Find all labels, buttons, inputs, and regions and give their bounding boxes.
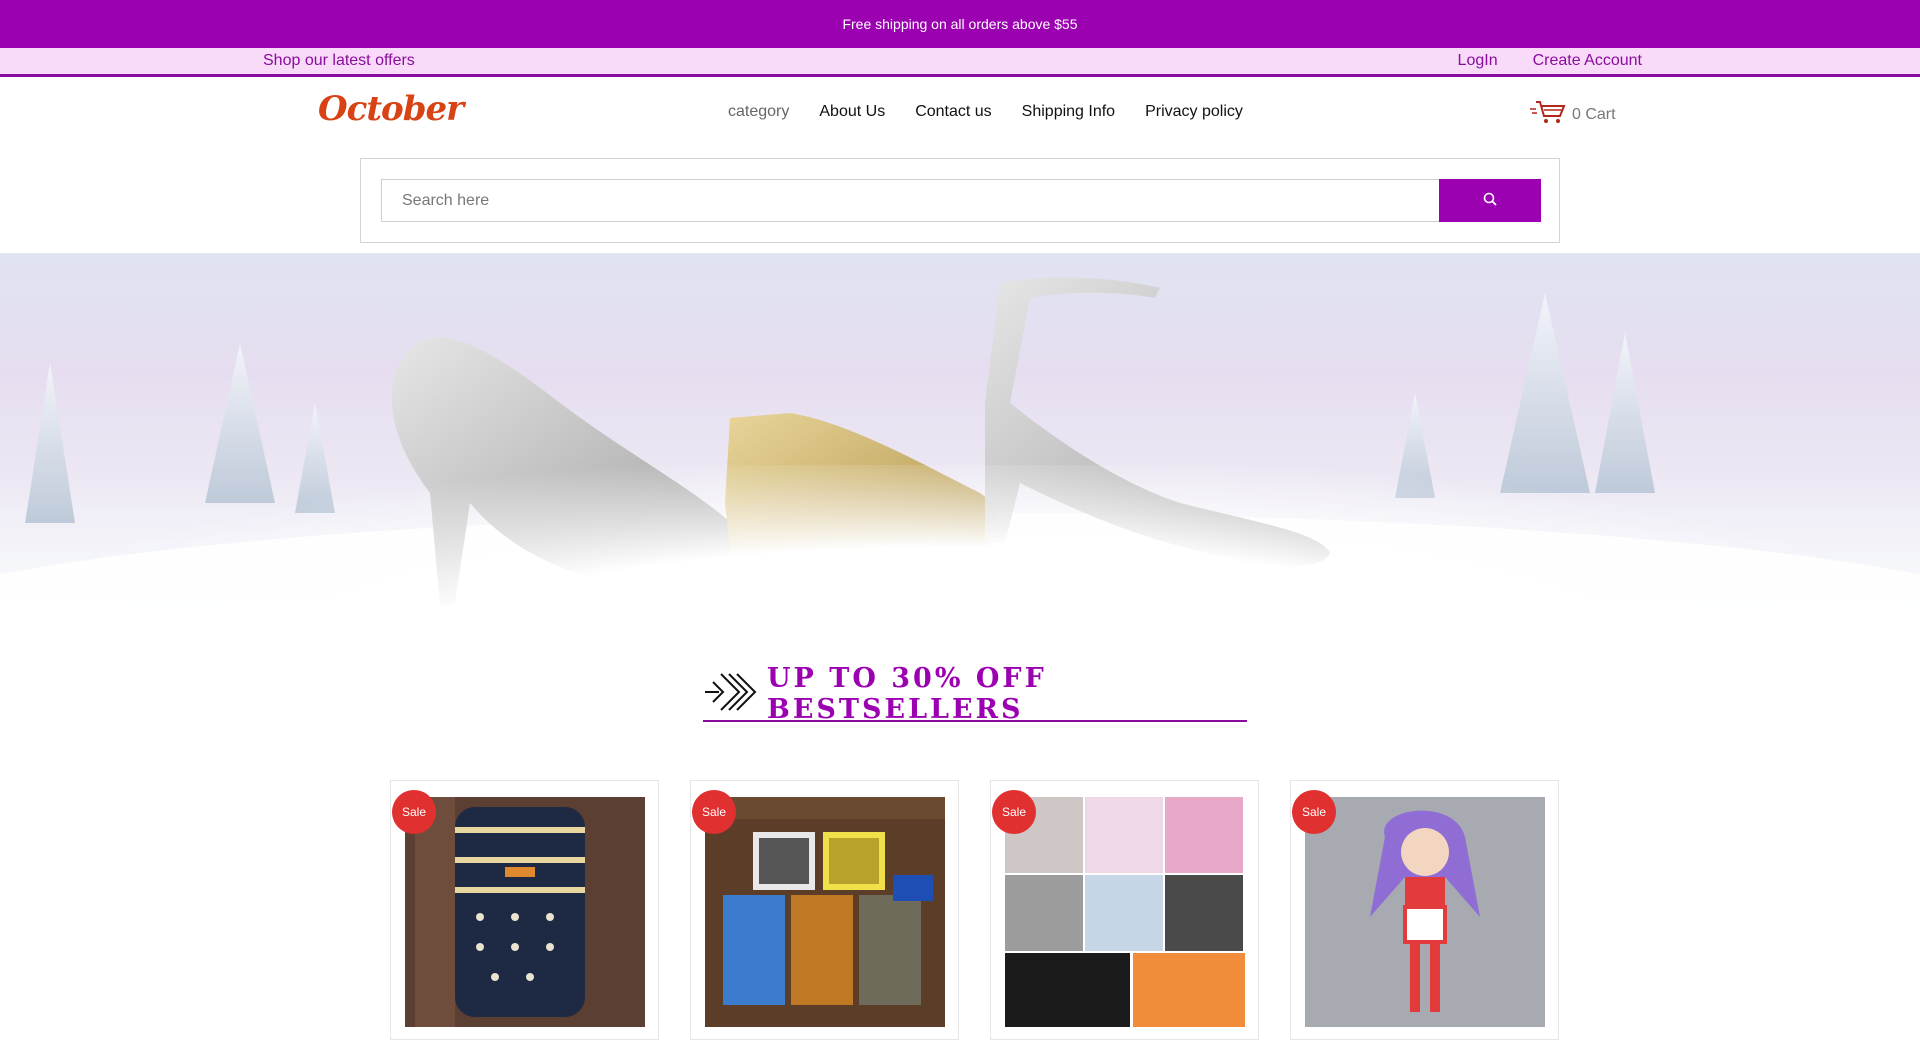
sale-badge: Sale xyxy=(692,790,736,834)
secondary-bar: Shop our latest offers LogIn Create Acco… xyxy=(0,48,1920,77)
nav-item-about-us[interactable]: About Us xyxy=(819,103,885,121)
search-button[interactable] xyxy=(1439,179,1541,222)
search-icon xyxy=(1483,192,1497,209)
section-header: UP TO 30% OFF BESTSELLERS xyxy=(703,663,1247,725)
create-account-link[interactable]: Create Account xyxy=(1533,52,1642,70)
nav-item-shipping-info[interactable]: Shipping Info xyxy=(1022,103,1115,121)
product-card[interactable]: Sale xyxy=(390,780,659,1040)
search-panel xyxy=(360,158,1560,243)
account-links: LogIn Create Account xyxy=(1458,52,1642,70)
logo[interactable]: October xyxy=(318,89,464,129)
hero-banner[interactable] xyxy=(0,253,1920,655)
product-card[interactable]: Sale xyxy=(990,780,1259,1040)
login-link[interactable]: LogIn xyxy=(1458,52,1498,70)
cart-label: 0 Cart xyxy=(1572,105,1616,123)
main-nav: category About Us Contact us Shipping In… xyxy=(728,103,1243,121)
section-title: UP TO 30% OFF BESTSELLERS xyxy=(767,663,1047,725)
announcement-bar: Free shipping on all orders above $55 xyxy=(0,0,1920,48)
double-chevron-icon xyxy=(703,670,763,719)
nav-item-privacy-policy[interactable]: Privacy policy xyxy=(1145,103,1243,121)
product-grid: Sale Sale Sale Sale xyxy=(390,780,1559,1040)
nav-item-contact-us[interactable]: Contact us xyxy=(915,103,991,121)
product-card[interactable]: Sale xyxy=(1290,780,1559,1040)
sale-badge: Sale xyxy=(1292,790,1336,834)
cart-button[interactable]: 0 Cart xyxy=(1530,99,1616,130)
announcement-text: Free shipping on all orders above $55 xyxy=(842,16,1078,32)
main-header: October category About Us Contact us Shi… xyxy=(0,77,1920,151)
sale-badge: Sale xyxy=(392,790,436,834)
cart-icon xyxy=(1530,99,1566,130)
product-card[interactable]: Sale xyxy=(690,780,959,1040)
search-input[interactable] xyxy=(381,179,1439,222)
latest-offers-link[interactable]: Shop our latest offers xyxy=(263,52,415,70)
snow-ground xyxy=(0,465,1920,655)
sale-badge: Sale xyxy=(992,790,1036,834)
nav-item-category[interactable]: category xyxy=(728,103,789,121)
